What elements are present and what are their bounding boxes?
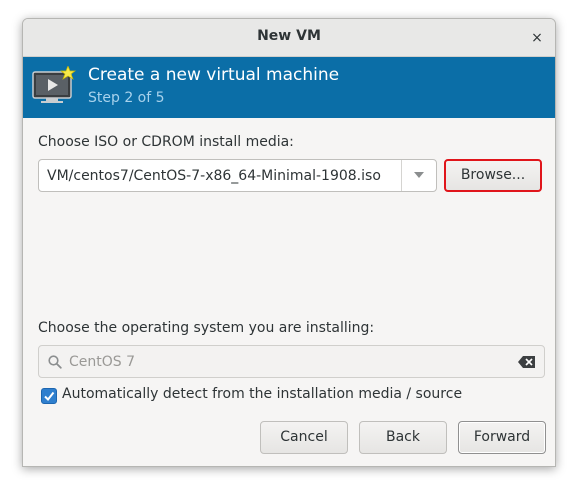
auto-detect-label[interactable]: Automatically detect from the installati… [62, 386, 462, 402]
chevron-down-icon [414, 172, 424, 178]
os-search-field[interactable] [38, 345, 545, 378]
browse-button[interactable]: Browse... [444, 159, 542, 192]
window-title: New VM [257, 28, 321, 44]
new-vm-dialog: New VM × Create a new virtual machine St… [22, 18, 556, 467]
os-search-input[interactable] [69, 346, 509, 377]
install-media-label: Choose ISO or CDROM install media: [38, 134, 294, 150]
forward-button[interactable]: Forward [458, 421, 546, 454]
step-indicator: Step 2 of 5 [88, 90, 165, 106]
install-media-combo[interactable] [38, 159, 437, 192]
clear-icon[interactable] [518, 355, 536, 369]
title-bar: New VM × [23, 19, 555, 57]
back-button[interactable]: Back [359, 421, 447, 454]
cancel-button[interactable]: Cancel [260, 421, 348, 454]
os-label: Choose the operating system you are inst… [38, 320, 375, 336]
vm-monitor-icon [32, 66, 77, 103]
close-button[interactable]: × [527, 28, 547, 48]
search-icon [48, 355, 62, 369]
install-media-input[interactable] [39, 160, 401, 191]
checkmark-icon [44, 391, 55, 402]
auto-detect-checkbox[interactable] [41, 388, 57, 404]
header-banner: Create a new virtual machine Step 2 of 5 [23, 57, 555, 118]
header-title: Create a new virtual machine [88, 65, 340, 85]
dropdown-button[interactable] [402, 160, 437, 191]
